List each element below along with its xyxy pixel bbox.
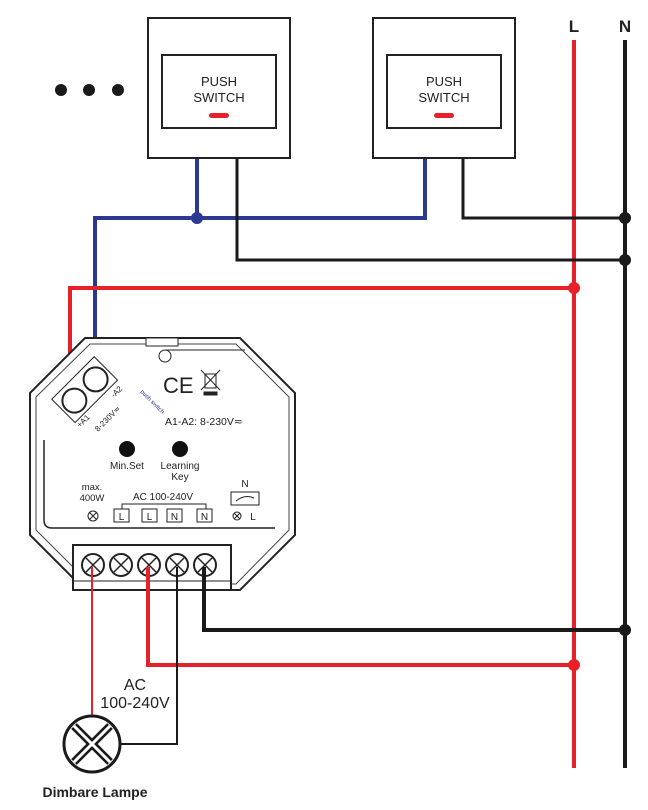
junction-dot <box>619 624 631 636</box>
wiring-diagram: L N PUSH SWITCH PUSH SWITCH -A2 +A1 8-23… <box>29 17 631 800</box>
lamp-label: Dimbare Lampe <box>42 784 147 800</box>
learning-key-label: Learning <box>161 461 200 472</box>
dimmer-module: -A2 +A1 8-230V≂ push switch CE A1-A2: 8-… <box>29 337 296 591</box>
switch1-neutral-wire <box>235 158 625 262</box>
ac-voltage-label: AC 100-240V <box>133 492 193 503</box>
dimmer-n-label: N <box>241 479 248 490</box>
more-switches-indicator <box>55 84 124 96</box>
svg-text:L: L <box>147 512 153 523</box>
dimmer-l-label: L <box>250 512 256 523</box>
push-switch-1[interactable]: PUSH SWITCH <box>147 17 291 159</box>
switch-label: PUSH <box>201 74 237 89</box>
svg-text:N: N <box>171 512 178 523</box>
max-load-label: max. <box>82 482 103 493</box>
min-set-label: Min.Set <box>110 461 144 472</box>
junction-dot <box>568 282 580 294</box>
max-load-label: 400W <box>80 493 105 504</box>
neutral-input-wire <box>202 567 625 632</box>
lamp-icon <box>62 714 122 774</box>
switch-label: SWITCH <box>418 90 469 105</box>
svg-text:N: N <box>201 512 208 523</box>
min-set-button[interactable] <box>119 441 135 457</box>
switch-label: PUSH <box>426 74 462 89</box>
supply-label: 100-240V <box>100 695 170 712</box>
learning-key-label: Key <box>171 472 188 483</box>
switch2-neutral-wire <box>461 158 625 220</box>
a1-a2-rating: A1-A2: 8-230V≂ <box>165 416 243 428</box>
ce-mark: CE <box>163 373 194 398</box>
neutral-rail-label: N <box>619 17 631 36</box>
live-rail-label: L <box>569 17 579 36</box>
learning-key-button[interactable] <box>172 441 188 457</box>
supply-label: AC <box>124 677 146 694</box>
junction-dot <box>191 212 203 224</box>
switch-label: SWITCH <box>193 90 244 105</box>
indicator-led <box>434 113 454 118</box>
dimmer-symbol-icon <box>230 491 260 506</box>
junction-dot <box>568 659 580 671</box>
junction-dot <box>619 212 631 224</box>
svg-text:L: L <box>119 512 125 523</box>
indicator-led <box>209 113 229 118</box>
push-switch-2[interactable]: PUSH SWITCH <box>372 17 516 159</box>
junction-dot <box>619 254 631 266</box>
